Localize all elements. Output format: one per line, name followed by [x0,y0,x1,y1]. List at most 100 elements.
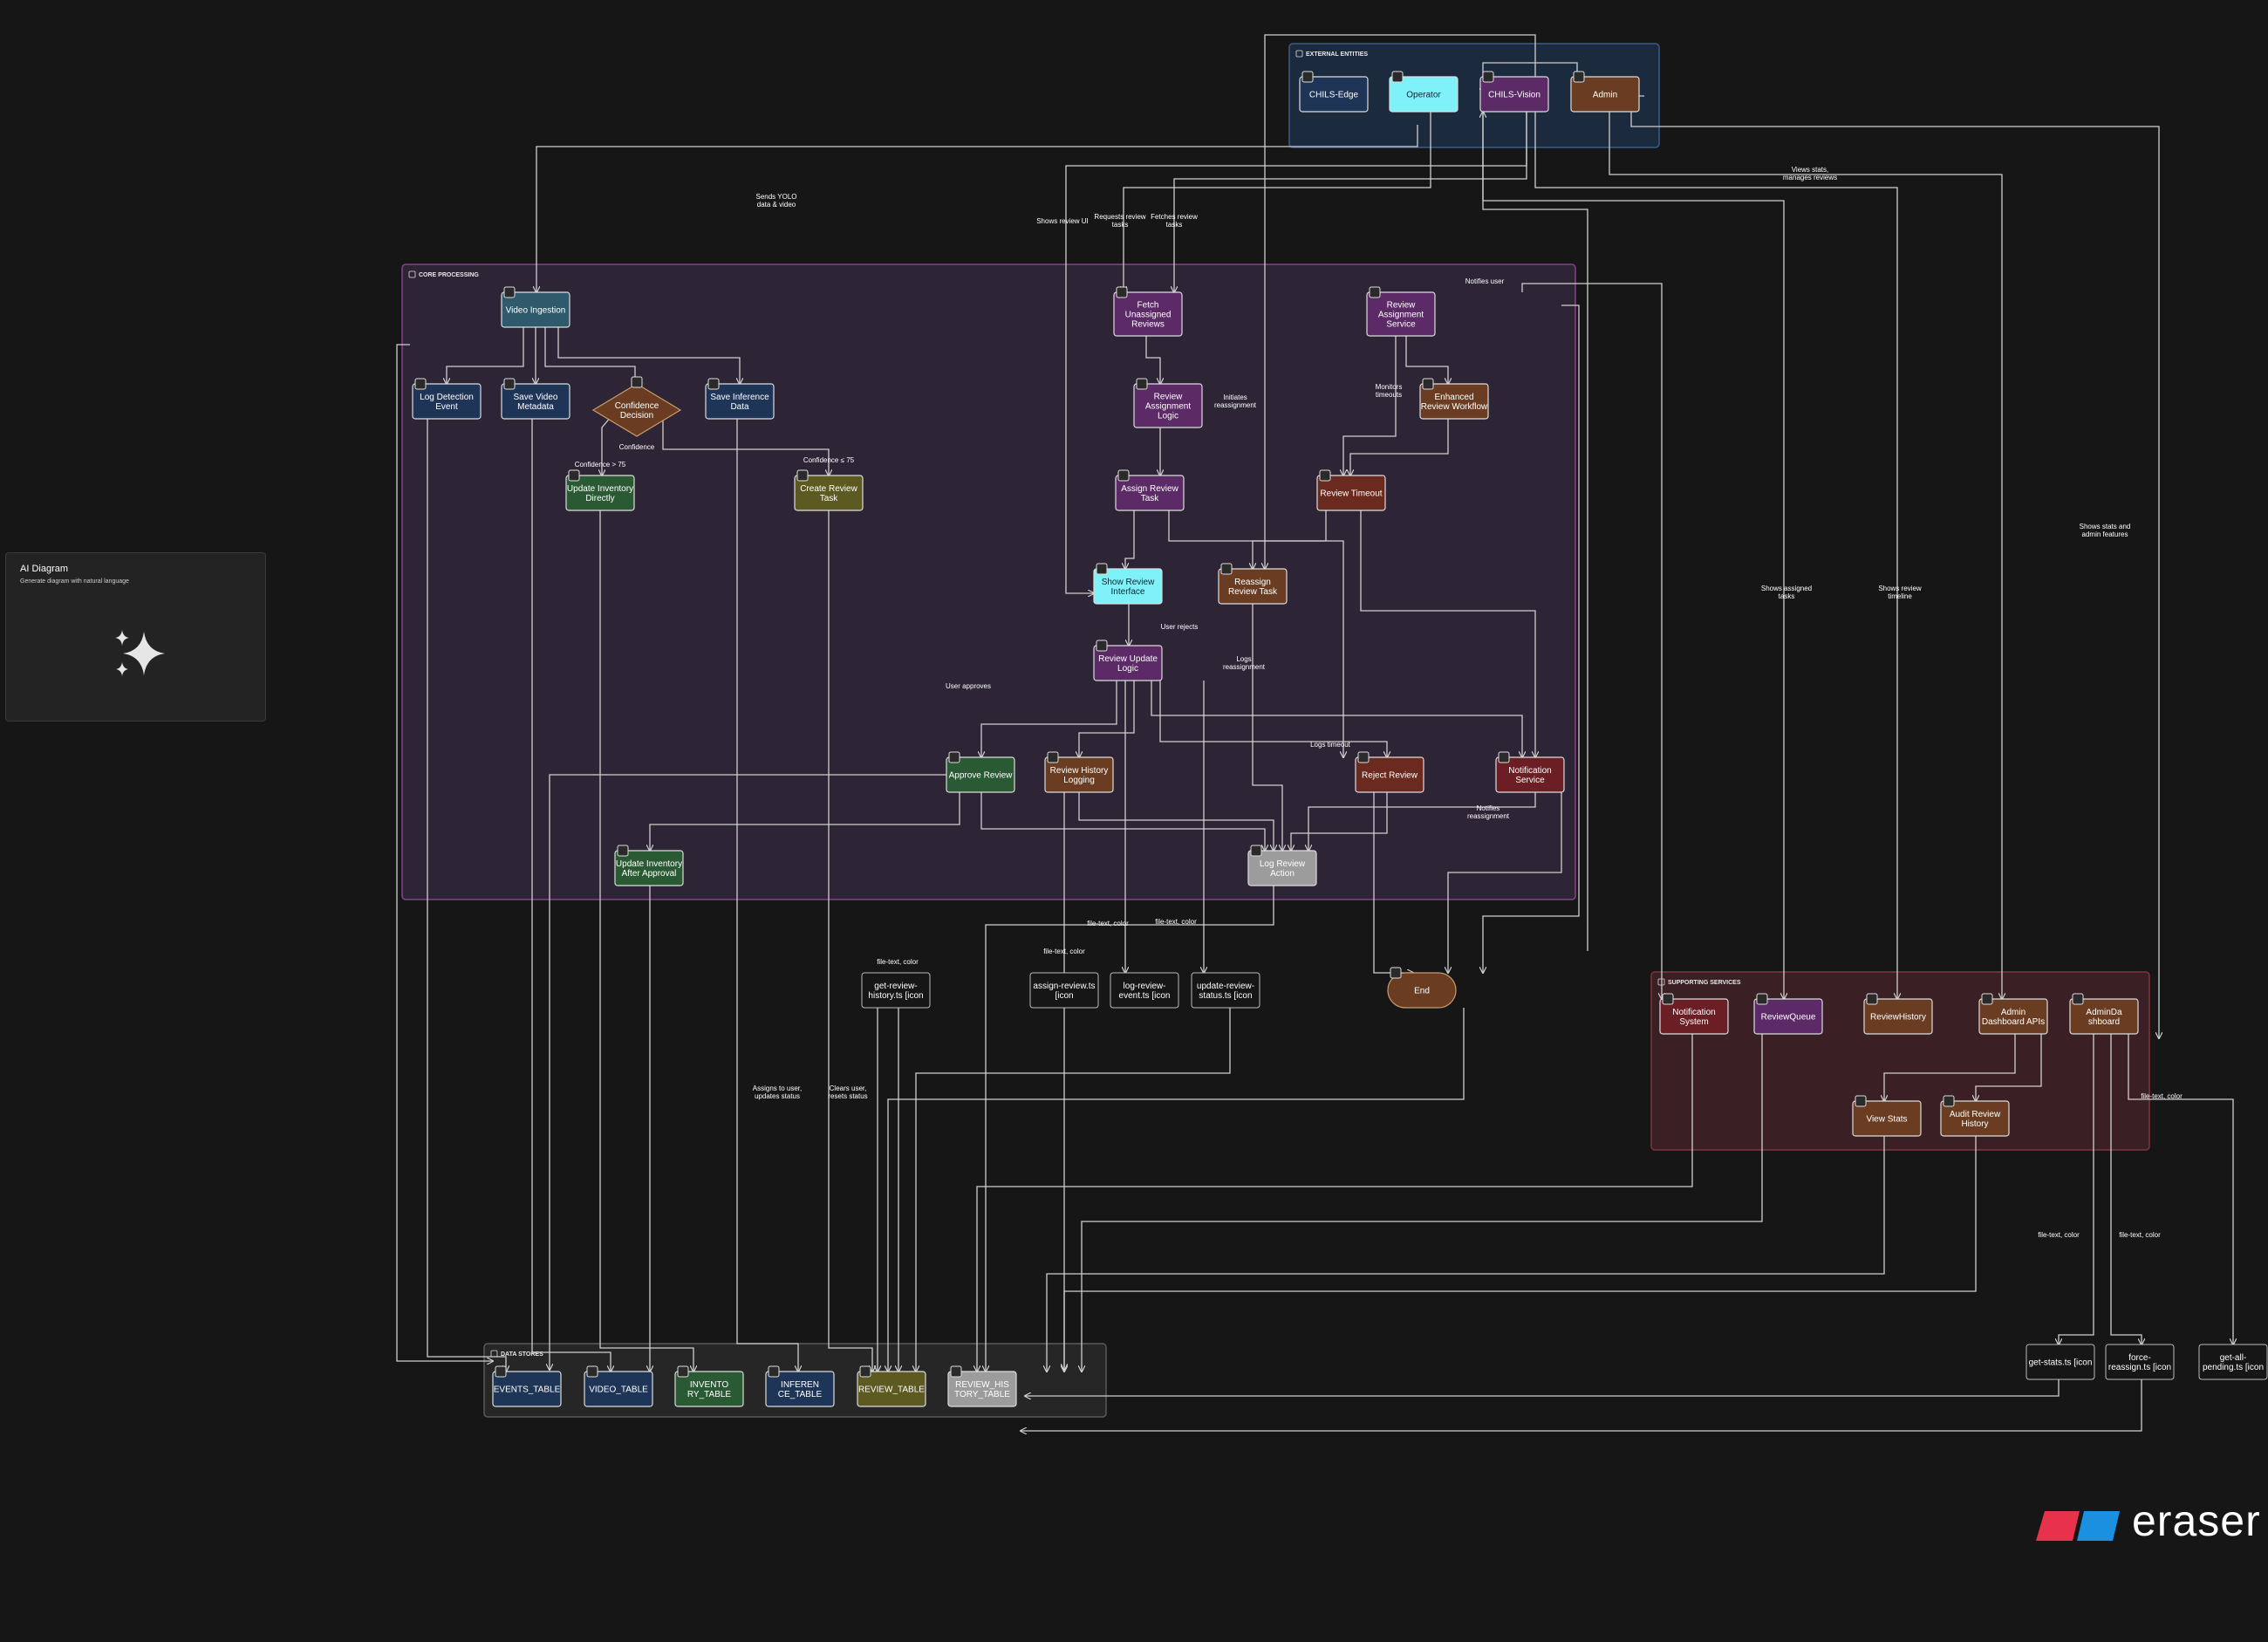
node-log_detection[interactable]: Log DetectionEvent [412,378,482,420]
dashboard-icon [2072,993,2084,1005]
node-log_review_event_ts[interactable]: log-review-event.ts [icon [1110,972,1179,1009]
table-icon [768,1365,780,1378]
node-label: Dashboard APIs [1982,1017,2045,1027]
group-title-core: CORE PROCESSING [419,272,479,278]
users-icon [1369,286,1381,298]
svg-text:Logs: Logs [1236,655,1251,663]
edge-label-shows_stats_admin: Shows stats andadmin features [2080,523,2131,538]
node-admin[interactable]: Admin [1570,71,1640,113]
node-update_review_status_ts[interactable]: update-review-status.ts [icon [1191,972,1260,1009]
svg-text:Clears user,: Clears user, [830,1084,867,1092]
svg-text:tasks: tasks [1779,592,1795,600]
node-reject_review[interactable]: Reject Review [1355,751,1424,793]
node-admin_dashboard_apis[interactable]: AdminDashboard APIs [1978,993,2048,1035]
node-show_review_ui[interactable]: Show ReviewInterface [1093,563,1163,605]
node-fetch_unassigned[interactable]: FetchUnassignedReviews [1113,286,1183,337]
node-review_update[interactable]: Review UpdateLogic [1093,640,1163,681]
log-icon [1250,845,1262,857]
node-notification_system[interactable]: NotificationSystem [1659,993,1729,1035]
node-chils_vision[interactable]: CHILS-Vision [1479,71,1549,113]
node-events_table[interactable]: EVENTS_TABLE [492,1365,562,1407]
node-label: Metadata [517,402,554,412]
group-core[interactable]: CORE PROCESSING [401,263,1576,900]
node-label: Admin [2001,1008,2025,1017]
node-assign_review_ts[interactable]: assign-review.ts[icon [1029,972,1099,1009]
node-label: View Stats [1866,1115,1907,1125]
node-label: reassign.ts [icon [2108,1363,2171,1372]
node-label: Decision [620,411,653,421]
node-update_inv_approval[interactable]: Update InventoryAfter Approval [614,845,684,886]
ai-diagram-panel[interactable]: AI Diagram Generate diagram with natural… [5,552,266,722]
svg-text:Shows review UI: Shows review UI [1036,217,1089,225]
node-label: Assignment [1145,402,1191,412]
node-create_review[interactable]: Create ReviewTask [794,469,864,511]
node-label: Assignment [1378,311,1424,320]
list-icon [1756,993,1768,1005]
node-review_queue[interactable]: ReviewQueue [1753,993,1823,1035]
x-icon [1357,751,1370,763]
node-inference_table[interactable]: INFERENCE_TABLE [765,1365,835,1407]
node-label: INVENTO [690,1380,728,1390]
node-label: Log Review [1260,859,1306,869]
svg-text:file-text, color: file-text, color [2119,1231,2161,1239]
shield-icon [1573,71,1585,83]
node-review_history_svc[interactable]: ReviewHistory [1863,993,1933,1035]
search-icon [1116,286,1128,298]
node-label: Notification [1508,766,1551,776]
svg-text:updates status: updates status [755,1092,800,1100]
eraser-logo-mark [2036,1511,2120,1541]
node-log_review_action[interactable]: Log ReviewAction [1247,845,1317,886]
node-review_timeout[interactable]: Review Timeout [1316,469,1386,511]
svg-text:Confidence ≤ 75: Confidence ≤ 75 [803,456,855,464]
node-label: Video Ingestion [506,306,566,316]
node-audit_history[interactable]: Audit ReviewHistory [1940,1095,2010,1137]
diagram-canvas[interactable]: EXTERNAL ENTITIES CORE PROCESSING SUPPORTI… [0,0,2268,1642]
edge-label-clears_user: Clears user,resets status [828,1084,867,1100]
node-video_ingestion[interactable]: Video Ingestion [501,286,570,328]
node-end[interactable]: End [1387,967,1457,1009]
node-label: force- [2128,1353,2151,1363]
edge-58 [977,1034,1693,1372]
node-approve_review[interactable]: Approve Review [946,751,1015,793]
node-view_stats[interactable]: View Stats [1852,1095,1922,1137]
node-review_assign_logic[interactable]: ReviewAssignmentLogic [1133,378,1203,428]
node-review_assign_service[interactable]: ReviewAssignmentService [1366,286,1436,337]
node-label: Reviews [1131,320,1165,330]
node-label: Update Inventory [616,859,682,869]
svg-text:Assigns to user,: Assigns to user, [753,1084,802,1092]
table-icon [677,1365,689,1378]
node-history_logging[interactable]: Review HistoryLogging [1044,751,1114,793]
node-admin_dashboard[interactable]: AdminDashboard [2069,993,2139,1035]
node-operator[interactable]: Operator [1389,71,1458,113]
eraser-logo[interactable]: eraser [2036,1496,2263,1548]
node-label: After Approval [622,869,677,879]
edge-label-user_rejects: User rejects [1161,623,1199,631]
svg-text:User rejects: User rejects [1161,623,1199,631]
node-save_video_meta[interactable]: Save VideoMetadata [501,378,570,420]
node-get_stats_ts[interactable]: get-stats.ts [icon [2025,1344,2095,1380]
node-notification_service[interactable]: NotificationService [1495,751,1565,793]
node-enhanced_workflow[interactable]: EnhancedReview Workflow [1419,378,1489,420]
svg-text:Shows review: Shows review [1878,585,1922,592]
node-reassign_task[interactable]: ReassignReview Task [1218,563,1288,605]
node-assign_review_task[interactable]: Assign ReviewTask [1115,469,1185,511]
edge-label-file_text_1: file-text, color [877,958,919,966]
node-label: shboard [2088,1017,2120,1027]
node-update_inv_direct[interactable]: Update InventoryDirectly [565,469,635,511]
node-inventory_table[interactable]: INVENTORY_TABLE [674,1365,744,1407]
repeat-icon [1220,563,1233,575]
ai-diagram-title: AI Diagram [20,564,69,574]
svg-text:Confidence > 75: Confidence > 75 [575,461,626,469]
edge-62 [1025,1379,2060,1396]
node-review_table[interactable]: REVIEW_TABLE [857,1365,926,1407]
node-get_all_pending_ts[interactable]: get-all-pending.ts [icon [2198,1344,2268,1380]
node-label: [icon [1055,991,1073,1001]
node-force_reassign_ts[interactable]: force-reassign.ts [icon [2105,1344,2175,1380]
node-video_table[interactable]: VIDEO_TABLE [584,1365,653,1407]
node-chils_edge[interactable]: CHILS-Edge [1299,71,1369,113]
node-get_review_history[interactable]: get-review-history.ts [icon [861,972,931,1009]
node-save_inference[interactable]: Save InferenceData [705,378,775,420]
edge-label-shows_review_ui: Shows review UI [1036,217,1089,225]
node-review_history_table[interactable]: REVIEW_HISTORY_TABLE [947,1365,1017,1407]
edge-label-file_text_7: file-text, color [2141,1092,2183,1100]
